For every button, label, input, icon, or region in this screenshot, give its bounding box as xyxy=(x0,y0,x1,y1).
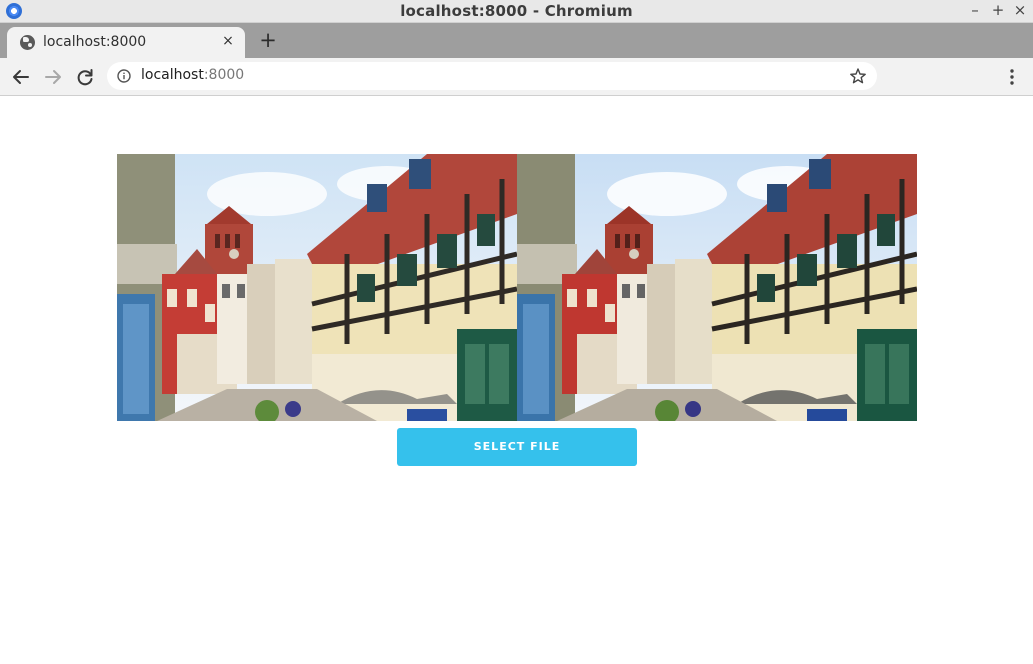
info-icon[interactable] xyxy=(117,69,131,83)
tab-close-button[interactable]: × xyxy=(219,32,237,50)
image-comparison xyxy=(117,154,917,421)
maximize-button[interactable]: + xyxy=(988,1,1008,21)
window-titlebar: localhost:8000 - Chromium – + × xyxy=(0,0,1033,23)
url-host: localhost xyxy=(141,67,204,83)
tab-localhost[interactable]: localhost:8000 × xyxy=(7,27,245,58)
close-window-button[interactable]: × xyxy=(1010,1,1030,21)
tab-strip: localhost:8000 × + xyxy=(0,23,1033,58)
vertical-dots-icon[interactable] xyxy=(1003,67,1021,87)
back-button[interactable] xyxy=(8,64,34,90)
page-content: SELECT FILE xyxy=(0,97,1033,664)
arrow-left-icon xyxy=(13,70,29,84)
forward-button[interactable] xyxy=(40,64,66,90)
browser-toolbar: localhost:8000 xyxy=(0,58,1033,96)
new-tab-button[interactable]: + xyxy=(257,29,279,51)
street-photo-original xyxy=(117,154,517,421)
minimize-button[interactable]: – xyxy=(965,1,985,21)
url-port: :8000 xyxy=(203,67,245,83)
reload-button[interactable] xyxy=(72,64,98,90)
url-text[interactable]: localhost:8000 xyxy=(141,67,244,83)
select-file-button[interactable]: SELECT FILE xyxy=(397,428,637,466)
globe-icon xyxy=(20,35,35,50)
arrow-right-icon xyxy=(45,70,61,84)
tab-label: localhost:8000 xyxy=(43,34,147,50)
street-photo-processed xyxy=(517,154,917,421)
star-icon[interactable] xyxy=(849,67,867,85)
reload-icon xyxy=(77,69,93,86)
window-title: localhost:8000 - Chromium xyxy=(400,2,633,20)
address-bar[interactable]: localhost:8000 xyxy=(107,62,877,90)
